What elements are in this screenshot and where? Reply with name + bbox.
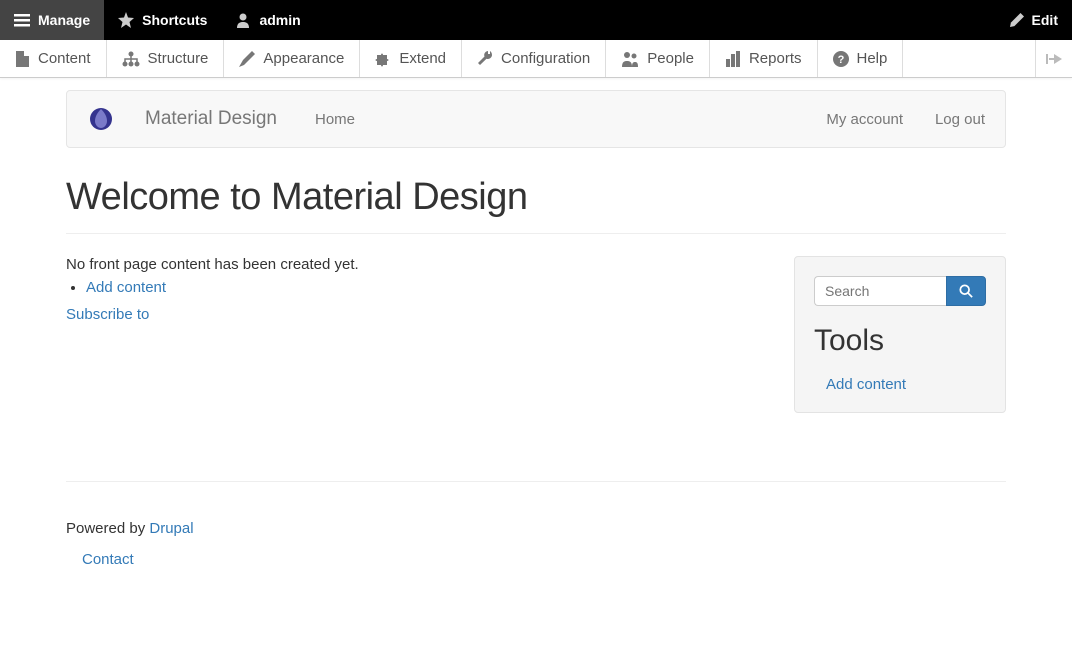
people-icon [621, 51, 639, 67]
edit-button[interactable]: Edit [996, 0, 1072, 40]
paintbrush-icon [239, 51, 255, 67]
divider [66, 233, 1006, 234]
nav-home[interactable]: Home [315, 111, 355, 128]
file-icon [15, 51, 30, 67]
admin-people[interactable]: People [606, 40, 710, 77]
admin-reports[interactable]: Reports [710, 40, 818, 77]
sidebar: Tools Add content [794, 256, 1006, 413]
page-title: Welcome to Material Design [66, 176, 1006, 219]
search-form [814, 276, 986, 306]
powered-by: Powered by Drupal [66, 520, 1006, 537]
pencil-icon [1010, 13, 1024, 27]
main-content: No front page content has been created y… [66, 256, 764, 413]
admin-help[interactable]: ? Help [818, 40, 904, 77]
drupal-link[interactable]: Drupal [149, 520, 193, 537]
arrow-left-icon [1046, 53, 1062, 65]
admin-structure[interactable]: Structure [107, 40, 225, 77]
contact-link[interactable]: Contact [82, 551, 134, 568]
no-content-message: No front page content has been created y… [66, 256, 764, 273]
collapse-toolbar-button[interactable] [1035, 40, 1072, 77]
admin-configuration[interactable]: Configuration [462, 40, 606, 77]
admin-extend[interactable]: Extend [360, 40, 462, 77]
svg-text:?: ? [837, 54, 844, 66]
shortcuts-label: Shortcuts [142, 12, 207, 28]
add-content-link[interactable]: Add content [86, 279, 166, 296]
topbar-left: Manage Shortcuts admin [0, 0, 315, 40]
manage-label: Manage [38, 12, 90, 28]
admin-content[interactable]: Content [0, 40, 107, 77]
search-icon [959, 284, 973, 298]
bar-chart-icon [725, 51, 741, 67]
user-label: admin [259, 12, 300, 28]
hierarchy-icon [122, 51, 140, 67]
admin-appearance[interactable]: Appearance [224, 40, 360, 77]
subscribe-link[interactable]: Subscribe to [66, 306, 149, 323]
admin-toolbar: Content Structure Appearance Extend Conf… [0, 40, 1072, 78]
footer: Powered by Drupal Contact [66, 482, 1006, 588]
logout-link[interactable]: Log out [935, 111, 985, 128]
puzzle-icon [375, 51, 391, 67]
my-account-link[interactable]: My account [826, 111, 903, 128]
top-toolbar: Manage Shortcuts admin Edit [0, 0, 1072, 40]
site-name[interactable]: Material Design [145, 108, 277, 130]
shortcuts-button[interactable]: Shortcuts [104, 0, 221, 40]
hamburger-icon [14, 12, 30, 28]
search-button[interactable] [946, 276, 986, 306]
search-input[interactable] [814, 276, 946, 306]
site-logo[interactable] [87, 105, 115, 133]
tools-add-content-link[interactable]: Add content [814, 376, 986, 393]
site-header: Material Design Home My account Log out [66, 90, 1006, 148]
star-icon [118, 12, 134, 28]
help-icon: ? [833, 51, 849, 67]
tools-heading: Tools [814, 324, 986, 358]
user-icon [235, 12, 251, 28]
wrench-icon [477, 51, 493, 67]
edit-label: Edit [1032, 12, 1058, 28]
manage-button[interactable]: Manage [0, 0, 104, 40]
list-item: Add content [86, 279, 764, 296]
user-button[interactable]: admin [221, 0, 314, 40]
